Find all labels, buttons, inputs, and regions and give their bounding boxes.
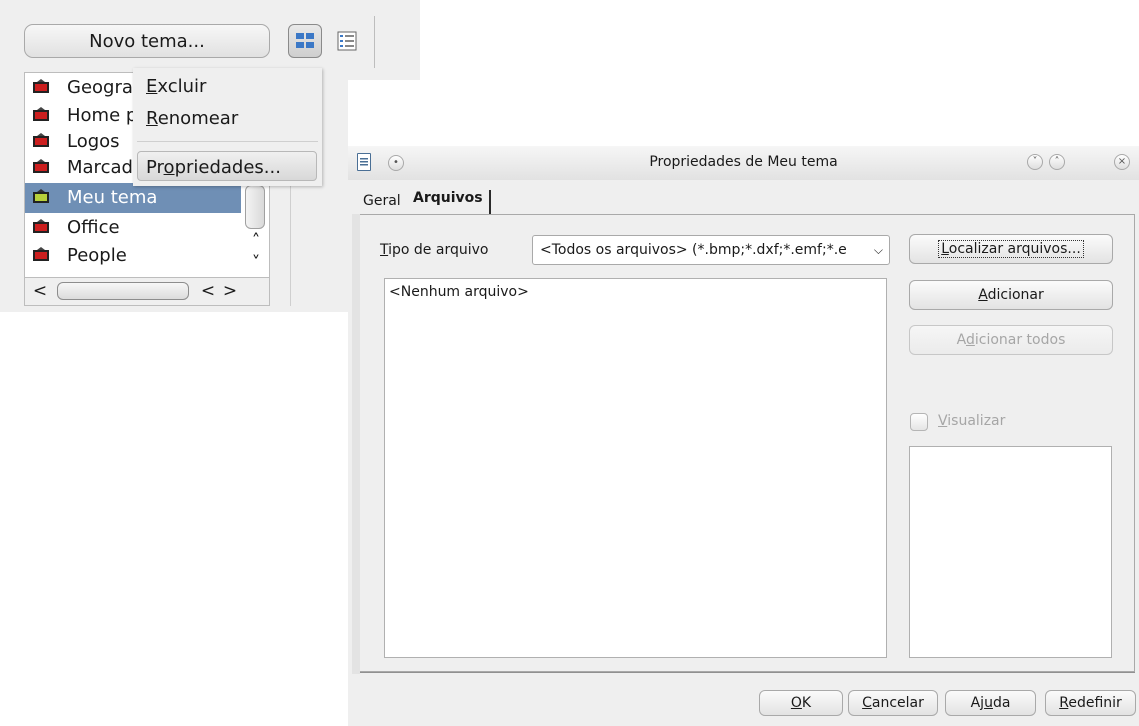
scroll-right-arrow-icon[interactable]: > — [221, 281, 239, 301]
scroll-down-arrow-icon[interactable]: ˅ — [247, 253, 265, 273]
theme-label: Meu tema — [67, 187, 158, 208]
add-button[interactable]: Adicionar — [909, 280, 1113, 310]
menu-separator — [137, 141, 318, 142]
detail-view-button[interactable] — [330, 24, 364, 58]
preview-checkbox[interactable] — [910, 413, 928, 431]
theme-item-selected[interactable]: Meu tema — [25, 183, 241, 213]
toolbar-separator — [374, 16, 375, 68]
panel-shade — [352, 214, 360, 674]
theme-label: Geogra — [67, 77, 133, 98]
horizontal-scrollbar-thumb[interactable] — [57, 282, 189, 300]
ok-button[interactable]: OK — [759, 690, 843, 716]
list-icon — [337, 31, 357, 51]
reset-button[interactable]: Redefinir — [1045, 690, 1136, 716]
theme-folder-icon — [33, 247, 49, 261]
file-type-value: <Todos os arquivos> (*.bmp;*.dxf;*.emf;*… — [540, 242, 847, 258]
theme-folder-icon — [33, 107, 49, 121]
dialog-titlebar[interactable]: • Propriedades de Meu tema ˅ ˄ × — [348, 146, 1139, 180]
preview-area — [909, 446, 1112, 658]
preview-checkbox-label: Visualizar — [938, 413, 1006, 429]
chevron-down-icon: ⌵ — [873, 243, 883, 257]
menu-item-properties[interactable]: Propriedades... — [146, 157, 281, 178]
menu-item-delete[interactable]: Excluir — [146, 76, 206, 97]
menu-item-rename[interactable]: Renomear — [146, 108, 238, 129]
theme-item[interactable]: Office — [25, 213, 243, 243]
context-menu: Excluir Renomear Propriedades... — [133, 68, 322, 186]
find-files-button[interactable]: Localizar arquivos... — [909, 234, 1113, 264]
properties-dialog: • Propriedades de Meu tema ˅ ˄ × Geral A… — [348, 146, 1139, 726]
minimize-icon[interactable]: ˅ — [1027, 154, 1043, 170]
theme-item[interactable]: People — [25, 241, 243, 271]
theme-folder-icon — [33, 219, 49, 233]
tab-files[interactable]: Arquivos — [413, 190, 491, 214]
panel-bottom-line — [360, 672, 1135, 673]
file-type-select[interactable]: <Todos os arquivos> (*.bmp;*.dxf;*.emf;*… — [532, 235, 890, 265]
grid-icon — [296, 33, 314, 48]
scroll-up-arrow-icon[interactable]: ˄ — [247, 231, 265, 251]
scroll-left-arrow-icon[interactable]: < — [31, 281, 49, 301]
icon-view-button[interactable] — [288, 24, 322, 58]
theme-folder-icon — [33, 79, 49, 93]
horizontal-scrollbar[interactable]: < < > — [24, 278, 270, 306]
add-all-button[interactable]: Adicionar todos — [909, 325, 1113, 355]
close-icon[interactable]: × — [1114, 154, 1130, 170]
tab-general[interactable]: Geral — [363, 193, 401, 209]
vertical-scrollbar-thumb[interactable] — [245, 185, 265, 229]
theme-label: People — [67, 245, 127, 266]
theme-folder-icon — [33, 189, 49, 203]
dialog-title: Propriedades de Meu tema — [649, 154, 838, 170]
maximize-icon[interactable]: ˄ — [1049, 154, 1065, 170]
new-theme-button[interactable]: Novo tema... — [24, 24, 270, 58]
theme-folder-icon — [33, 159, 49, 173]
cancel-button[interactable]: Cancelar — [848, 690, 938, 716]
theme-folder-icon — [33, 133, 49, 147]
file-list-empty-text: <Nenhum arquivo> — [389, 284, 529, 300]
file-list[interactable]: <Nenhum arquivo> — [384, 278, 887, 658]
help-button[interactable]: Ajuda — [945, 690, 1036, 716]
theme-label: Office — [67, 217, 120, 238]
scroll-left-arrow-icon[interactable]: < — [199, 281, 217, 301]
file-type-label: Tipo de arquivo — [380, 242, 489, 258]
